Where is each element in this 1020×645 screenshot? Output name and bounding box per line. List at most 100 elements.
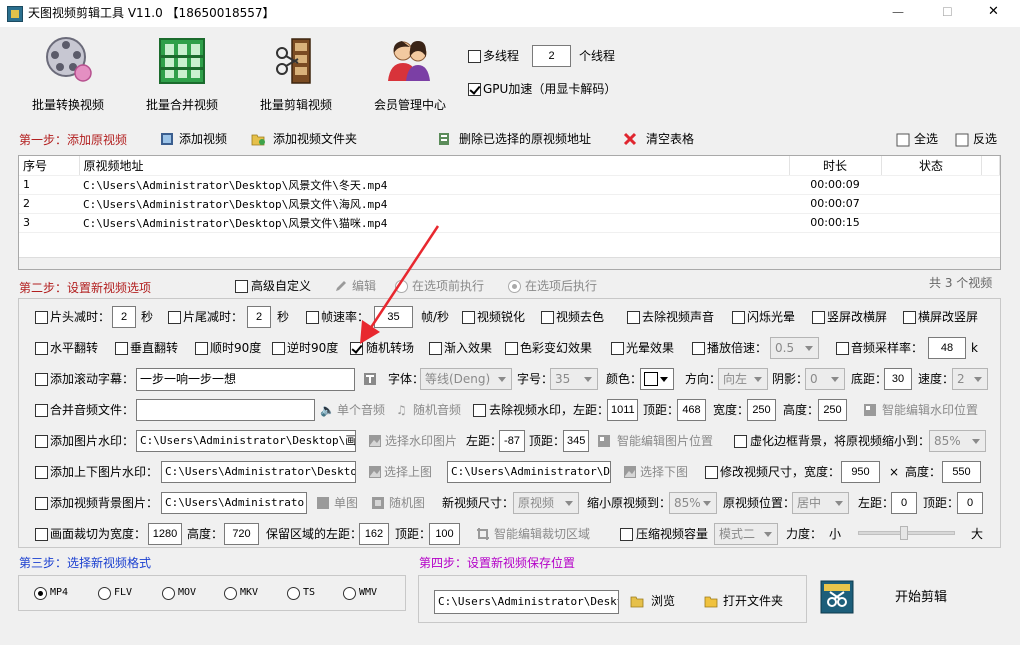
close-button[interactable]: ✕ <box>988 4 999 20</box>
scroll-sub-checkbox[interactable] <box>35 373 48 386</box>
new-size-select[interactable]: 原视频 <box>513 492 579 514</box>
img-top-input[interactable]: 345 <box>563 430 589 452</box>
random-audio-button[interactable]: 随机音频 <box>413 402 461 418</box>
start-edit-button[interactable]: 开始剪辑 <box>895 590 947 606</box>
compress-checkbox[interactable] <box>620 528 633 541</box>
smart-crop-button[interactable]: 智能编辑裁切区域 <box>494 526 590 542</box>
add-folder-button[interactable]: 添加视频文件夹 <box>273 131 357 147</box>
crop-height-input[interactable]: 720 <box>224 523 259 545</box>
head-cut-checkbox[interactable] <box>35 311 48 324</box>
select-all-button[interactable]: 全选 <box>914 131 938 147</box>
bg-left-input[interactable]: 0 <box>891 492 917 514</box>
watermark-width-input[interactable]: 250 <box>747 399 776 421</box>
table-row[interactable]: 3 C:\Users\Administrator\Desktop\风景文件\猫咪… <box>19 213 1000 233</box>
smart-watermark-button[interactable]: 智能编辑水印位置 <box>882 402 978 418</box>
h2v-checkbox[interactable] <box>903 311 916 324</box>
watermark-left-input[interactable]: 1011 <box>607 399 638 421</box>
sample-rate-checkbox[interactable] <box>836 342 849 355</box>
keep-left-input[interactable]: 162 <box>359 523 389 545</box>
merge-audio-checkbox[interactable] <box>35 404 48 417</box>
top-img-path-input[interactable]: C:\Users\Administrator\Desktop\A <box>161 461 356 483</box>
position-select[interactable]: 居中 <box>792 492 849 514</box>
fps-checkbox[interactable] <box>306 311 319 324</box>
table-row[interactable]: 1 C:\Users\Administrator\Desktop\风景文件\冬天… <box>19 175 1000 195</box>
bottom-distance-input[interactable]: 30 <box>884 368 912 390</box>
format-radio-mp4[interactable] <box>34 587 47 600</box>
member-center-button[interactable]: 会员管理中心 <box>368 33 452 113</box>
maximize-button[interactable]: ☐ <box>942 4 953 20</box>
format-radio-flv[interactable] <box>98 587 111 600</box>
minimize-button[interactable]: — <box>892 4 904 20</box>
merge-audio-input[interactable] <box>136 399 315 421</box>
vflip-checkbox[interactable] <box>115 342 128 355</box>
direction-select[interactable]: 向左 <box>718 368 768 390</box>
color-picker[interactable] <box>640 368 674 390</box>
bg-img-checkbox[interactable] <box>35 497 48 510</box>
choose-img-button[interactable]: 选择水印图片 <box>385 433 457 449</box>
head-cut-input[interactable]: 2 <box>112 306 136 328</box>
tail-cut-checkbox[interactable] <box>168 311 181 324</box>
shrink-select[interactable]: 85% <box>669 492 717 514</box>
format-radio-wmv[interactable] <box>343 587 356 600</box>
img-watermark-path-input[interactable]: C:\Users\Administrator\Desktop\画中画 <box>136 430 356 452</box>
header-index[interactable]: 序号 <box>19 156 80 176</box>
header-path[interactable]: 原视频地址 <box>79 156 790 176</box>
resize-width-input[interactable]: 950 <box>841 461 880 483</box>
blur-border-checkbox[interactable] <box>734 435 747 448</box>
choose-top-button[interactable]: 选择上图 <box>384 464 432 480</box>
color-fx-checkbox[interactable] <box>505 342 518 355</box>
remove-watermark-checkbox[interactable] <box>473 404 486 417</box>
smart-img-button[interactable]: 智能编辑图片位置 <box>617 433 713 449</box>
batch-convert-button[interactable]: 批量转换视频 <box>26 33 110 113</box>
start-edit-icon[interactable] <box>820 580 854 614</box>
rot90-checkbox[interactable] <box>195 342 208 355</box>
compress-mode-select[interactable]: 模式二 <box>714 523 778 545</box>
bg-img-path-input[interactable]: C:\Users\Administrator\D <box>161 492 307 514</box>
remove-audio-checkbox[interactable] <box>627 311 640 324</box>
light-fx-checkbox[interactable] <box>611 342 624 355</box>
header-duration[interactable]: 时长 <box>789 156 882 176</box>
hflip-checkbox[interactable] <box>35 342 48 355</box>
text-style-icon[interactable] <box>363 372 377 386</box>
scroll-speed-select[interactable]: 2 <box>952 368 988 390</box>
open-folder-button[interactable]: 打开文件夹 <box>723 593 783 609</box>
resize-checkbox[interactable] <box>705 466 718 479</box>
img-watermark-checkbox[interactable] <box>35 435 48 448</box>
watermark-top-input[interactable]: 468 <box>677 399 706 421</box>
rot-ccw90-checkbox[interactable] <box>272 342 285 355</box>
tb-watermark-checkbox[interactable] <box>35 466 48 479</box>
shadow-select[interactable]: 0 <box>805 368 845 390</box>
strength-slider-thumb[interactable] <box>900 526 908 540</box>
random-img-button[interactable]: 随机图 <box>389 495 425 511</box>
table-scrollbar-track[interactable] <box>19 257 1000 269</box>
invert-select-button[interactable]: 反选 <box>973 131 997 147</box>
sharpen-checkbox[interactable] <box>462 311 475 324</box>
crop-checkbox[interactable] <box>35 528 48 541</box>
speed-select[interactable]: 0.5 <box>770 337 819 359</box>
tail-cut-input[interactable]: 2 <box>247 306 271 328</box>
choose-bottom-button[interactable]: 选择下图 <box>640 464 688 480</box>
sample-rate-input[interactable]: 48 <box>928 337 966 359</box>
format-radio-ts[interactable] <box>287 587 300 600</box>
browse-button[interactable]: 浏览 <box>651 593 675 609</box>
keep-top-input[interactable]: 100 <box>429 523 460 545</box>
add-video-button[interactable]: 添加视频 <box>179 131 227 147</box>
watermark-height-input[interactable]: 250 <box>818 399 847 421</box>
crop-width-input[interactable]: 1280 <box>148 523 182 545</box>
after-exec-radio[interactable] <box>508 280 521 293</box>
speed-checkbox[interactable] <box>692 342 705 355</box>
thread-count-input[interactable]: 2 <box>532 45 571 67</box>
flash-checkbox[interactable] <box>732 311 745 324</box>
delete-selected-button[interactable]: 删除已选择的原视频地址 <box>459 131 591 147</box>
size-select[interactable]: 35 <box>550 368 598 390</box>
batch-merge-button[interactable]: 批量合并视频 <box>140 33 224 113</box>
multithread-checkbox[interactable] <box>468 50 481 63</box>
bottom-img-path-input[interactable]: C:\Users\Administrator\Desk <box>447 461 611 483</box>
table-row[interactable]: 2 C:\Users\Administrator\Desktop\风景文件\海风… <box>19 194 1000 214</box>
img-left-input[interactable]: -87 <box>499 430 525 452</box>
single-audio-button[interactable]: 单个音频 <box>337 402 385 418</box>
desaturate-checkbox[interactable] <box>541 311 554 324</box>
blur-scale-select[interactable]: 85% <box>929 430 986 452</box>
header-status[interactable]: 状态 <box>881 156 982 176</box>
bg-top-input[interactable]: 0 <box>957 492 983 514</box>
